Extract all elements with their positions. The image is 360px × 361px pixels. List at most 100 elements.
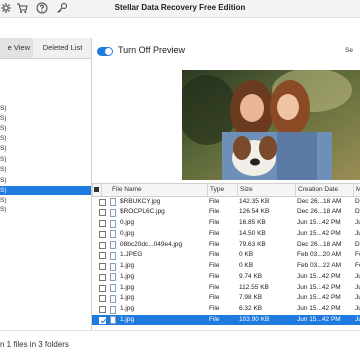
cell-mod: Ju — [355, 219, 360, 226]
file-grid-header: File Name Type Size Creation Date M — [92, 183, 360, 197]
cell-created: Jun 15...42 PM — [297, 305, 341, 312]
tree-item[interactable]: S) — [0, 144, 91, 153]
tree-item[interactable]: S) — [0, 134, 91, 143]
col-header-type[interactable]: Type — [207, 184, 237, 196]
cell-mod: De — [355, 240, 360, 248]
window-title: Stellar Data Recovery Free Edition — [114, 3, 246, 12]
table-row[interactable]: 1.JPEG File 0 KB Feb 03...20 AM Fe — [92, 250, 360, 261]
table-row[interactable]: $ROCPL6C.jpg File 126.54 KB Dec 26...18 AM D… — [92, 207, 360, 218]
cell-mod: Fe — [355, 262, 360, 269]
tree-item[interactable]: S) — [0, 205, 91, 214]
file-icon — [110, 198, 116, 206]
row-checkbox[interactable] — [99, 284, 106, 292]
cell-type: File — [209, 229, 220, 237]
cell-created: Jun 15...42 PM — [297, 283, 341, 291]
col-header-name[interactable]: File Name — [101, 184, 207, 196]
cell-mod: Fe — [355, 251, 360, 259]
select-all-cell[interactable] — [92, 184, 100, 196]
title-bar: Stellar Data Recovery Free Edition — [0, 0, 360, 18]
cell-size: 126.54 KB — [239, 208, 270, 216]
row-checkbox[interactable] — [99, 295, 106, 303]
cell-size: 112.55 KB — [239, 283, 269, 291]
cell-type: File — [209, 283, 220, 291]
row-checkbox[interactable] — [99, 273, 106, 281]
tree-item[interactable]: S) — [0, 196, 91, 205]
row-checkbox[interactable] — [99, 252, 106, 260]
cell-type: File — [209, 197, 220, 205]
tree-item[interactable]: S) — [0, 114, 91, 123]
cell-name: 1.jpg — [120, 283, 135, 291]
file-icon — [110, 316, 116, 325]
file-icon — [110, 262, 116, 271]
row-checkbox[interactable] — [99, 316, 106, 324]
table-row[interactable]: 1.jpg File 7.98 KB Jun 15...42 PM Ju — [92, 293, 360, 304]
file-icon — [110, 219, 116, 228]
tree-item[interactable]: S) — [0, 176, 91, 185]
cell-created: Dec 26...18 AM — [297, 208, 342, 216]
cell-name: 1.jpg — [120, 272, 135, 280]
col-header-created[interactable]: Creation Date — [295, 184, 353, 196]
row-checkbox[interactable] — [99, 263, 106, 270]
tab-file-view[interactable]: e View — [0, 38, 33, 58]
cell-size: 142.35 KB — [239, 197, 270, 205]
table-row[interactable]: $RBUKCY.jpg File 142.35 KB Dec 26...18 AM De — [92, 197, 360, 208]
cell-type: File — [209, 305, 220, 312]
tree-item[interactable]: S) — [0, 104, 91, 113]
cell-type: File — [209, 315, 220, 323]
preview-toggle[interactable] — [97, 47, 113, 56]
table-row[interactable]: 1.jpg File 6.32 KB Jun 15...42 PM Ju — [92, 304, 360, 315]
cell-type: File — [209, 251, 220, 259]
table-row[interactable]: 0.jpg File 16.85 KB Jun 15...42 PM Ju — [92, 218, 360, 229]
row-checkbox[interactable] — [99, 220, 106, 227]
file-icon — [110, 305, 116, 314]
cell-name: $RBUKCY.jpg — [120, 197, 161, 205]
table-row[interactable]: 1.jpg File 103.90 KB Jun 15...42 PM Ju — [92, 314, 360, 326]
tree-item[interactable]: S) — [0, 165, 91, 174]
table-row[interactable]: 1.jpg File 112.55 KB Jun 15...42 PM Ju — [92, 283, 360, 294]
cell-mod: Ju — [355, 305, 360, 312]
status-text: n 1 files in 3 folders — [0, 340, 69, 349]
file-icon — [110, 284, 116, 292]
preview-toggle-label: Turn Off Preview — [118, 45, 186, 55]
cell-size: 7.98 KB — [239, 294, 263, 302]
cell-mod: De — [355, 208, 360, 216]
col-header-modified[interactable]: M — [353, 184, 360, 196]
table-row[interactable]: 0.jpg File 14.50 KB Jun 15...42 PM Ju — [92, 229, 360, 240]
cell-created: Feb 03...20 AM — [297, 251, 342, 259]
file-icon — [110, 273, 116, 282]
cell-name: 0.jpg — [120, 219, 135, 226]
cell-mod: Ju — [355, 229, 360, 237]
row-checkbox[interactable] — [99, 306, 106, 313]
cell-mod: Ju — [355, 315, 360, 323]
row-checkbox[interactable] — [99, 198, 106, 206]
col-header-size[interactable]: Size — [237, 184, 295, 196]
cell-created: Feb 03...22 AM — [297, 262, 342, 269]
row-checkbox[interactable] — [99, 241, 106, 249]
cell-name: 1.JPEG — [120, 251, 143, 259]
cell-type: File — [209, 219, 220, 226]
view-tabs: e View Deleted List — [0, 38, 91, 59]
table-row[interactable]: 1.jpg File 9.74 KB Jun 15...42 PM Ju — [92, 272, 360, 283]
tree-item[interactable]: S) — [0, 124, 91, 133]
toggle-knob — [105, 48, 112, 55]
row-checkbox[interactable] — [99, 209, 106, 217]
cell-created: Jun 15...42 PM — [297, 272, 341, 280]
cell-name: 1.jpg — [120, 305, 135, 312]
cell-type: File — [209, 272, 220, 280]
cell-type: File — [209, 240, 220, 248]
cell-size: 6.32 KB — [239, 305, 263, 312]
tree-item[interactable]: S) — [0, 155, 91, 164]
tab-deleted-list[interactable]: Deleted List — [34, 38, 91, 58]
cell-type: File — [209, 262, 220, 269]
file-icon — [110, 230, 116, 239]
cell-created: Jun 15...42 PM — [297, 229, 341, 237]
table-row[interactable]: 08bc20dc...049e4.jpg File 79.63 KB Dec 26..… — [92, 240, 360, 251]
cell-type: File — [209, 208, 220, 216]
row-checkbox[interactable] — [99, 230, 106, 238]
cell-size: 79.63 KB — [239, 240, 266, 248]
table-row[interactable]: 1.jpg File 0 KB Feb 03...22 AM Fe — [92, 261, 360, 272]
search-label[interactable]: Se — [345, 47, 353, 54]
cell-mod: Ju — [355, 283, 360, 291]
status-bar: n 1 files in 3 folders — [0, 330, 360, 361]
tree-item[interactable]: S) — [0, 186, 91, 195]
